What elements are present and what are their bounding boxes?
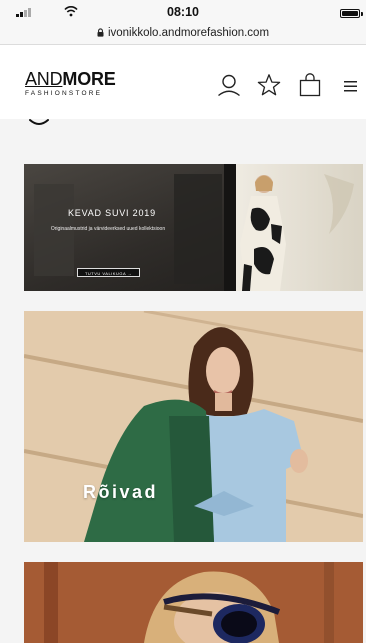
address-bar[interactable]: ivonikkolo.andmorefashion.com xyxy=(0,24,366,45)
category-card-accessories[interactable] xyxy=(24,562,363,643)
chevron-down-icon[interactable] xyxy=(28,116,50,130)
explore-collection-button[interactable]: TUTVU VALIKUGA → xyxy=(77,268,140,277)
logo-and: AND xyxy=(25,69,63,89)
account-icon[interactable] xyxy=(217,73,241,97)
banner-title: KEVAD SUVI 2019 xyxy=(68,208,156,218)
status-bar: 08:10 xyxy=(0,0,366,24)
url-text[interactable]: ivonikkolo.andmorefashion.com xyxy=(108,27,269,39)
spring-summer-banner[interactable]: KEVAD SUVI 2019 Originaalmustrid ja värv… xyxy=(24,164,363,291)
banner-subtitle: Originaalmustrid ja värvideerksed uued k… xyxy=(50,226,166,232)
logo-more: MORE xyxy=(62,69,116,89)
lock-icon xyxy=(97,28,104,37)
category-label-clothing[interactable]: Rõivad xyxy=(83,482,158,503)
status-time: 08:10 xyxy=(167,5,199,19)
logo-subtitle: FASHIONSTORE xyxy=(25,90,103,97)
brand-logo[interactable]: ANDMORE FASHIONSTORE xyxy=(25,70,116,97)
clothing-image xyxy=(24,311,363,542)
category-card-clothing[interactable]: Rõivad xyxy=(24,311,363,542)
site-header: ANDMORE FASHIONSTORE xyxy=(0,45,366,119)
battery-icon xyxy=(340,9,363,18)
shopping-bag-icon[interactable] xyxy=(299,73,321,97)
menu-icon[interactable] xyxy=(343,80,359,93)
accessories-image xyxy=(24,562,363,643)
wishlist-star-icon[interactable] xyxy=(257,73,281,97)
